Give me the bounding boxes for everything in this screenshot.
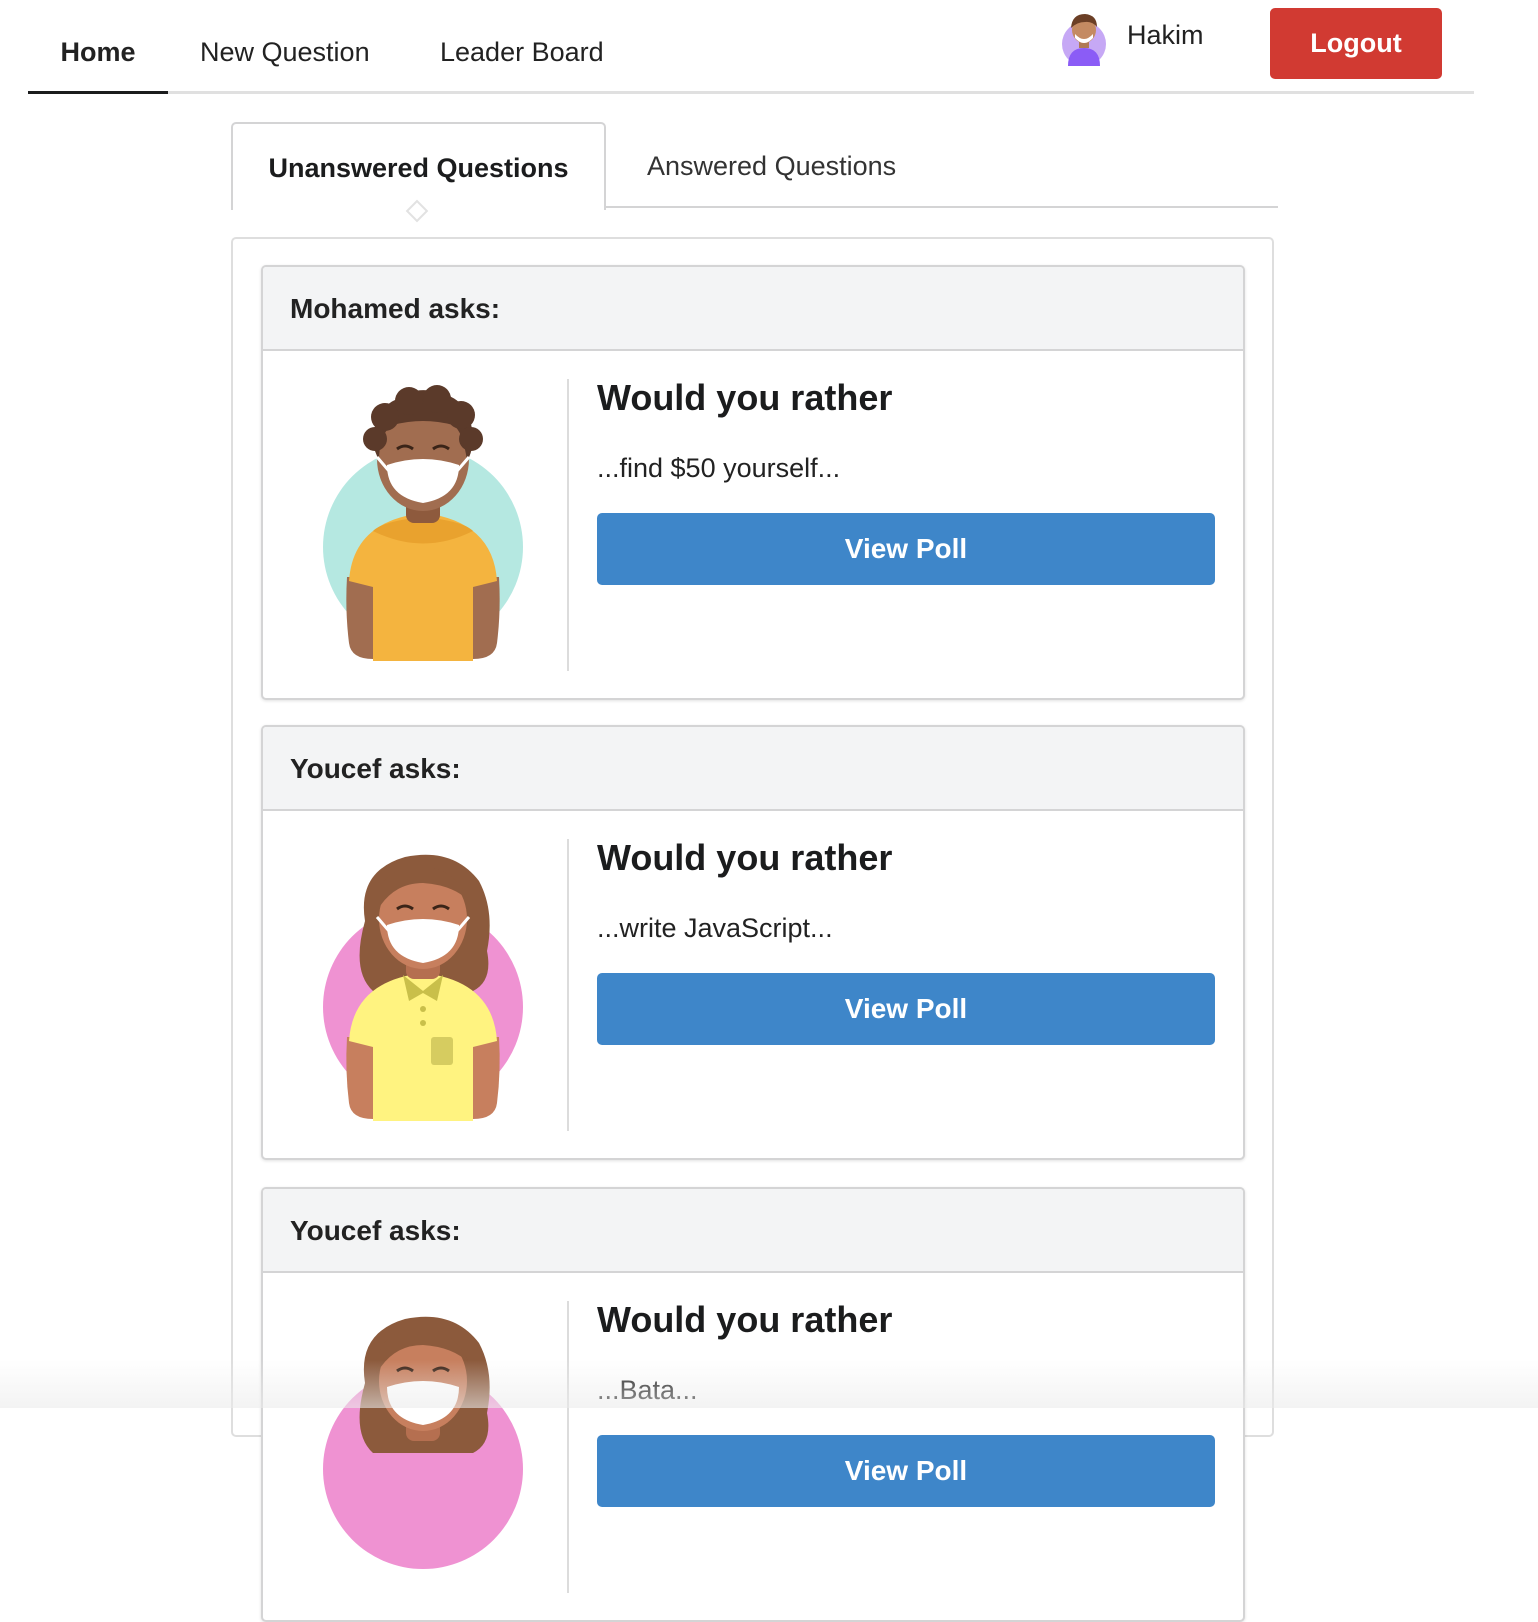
question-title: Would you rather (597, 837, 893, 878)
question-author: Mohamed asks: (263, 267, 1243, 351)
question-snippet: ...Bata... (597, 1375, 698, 1405)
view-poll-button[interactable]: View Poll (597, 513, 1215, 585)
question-card: Youcef asks: Would you rather ...Bata...… (261, 1187, 1245, 1622)
user-avatar-icon (1058, 8, 1110, 66)
question-card-body: Would you rather ...find $50 yourself...… (263, 351, 1243, 698)
view-poll-button[interactable]: View Poll (597, 973, 1215, 1045)
tab-answered-questions[interactable]: Answered Questions (647, 122, 896, 208)
view-poll-button[interactable]: View Poll (597, 1435, 1215, 1507)
woman-mask-avatar-icon (313, 1303, 533, 1588)
nav-home[interactable]: Home (28, 0, 168, 94)
question-author: Youcef asks: (263, 727, 1243, 811)
card-divider (567, 839, 569, 1131)
question-snippet: ...write JavaScript... (597, 913, 833, 943)
questions-panel: Mohamed asks: Would you rather ...find $… (231, 237, 1274, 1622)
tab-unanswered-questions[interactable]: Unanswered Questions (231, 122, 606, 210)
man-mask-avatar-icon (313, 381, 533, 666)
card-divider (567, 379, 569, 671)
question-tabs: Unanswered Questions Answered Questions (231, 122, 1278, 210)
nav-leader-board[interactable]: Leader Board (440, 0, 604, 94)
question-title: Would you rather (597, 1299, 893, 1340)
question-snippet: ...find $50 yourself... (597, 453, 841, 483)
top-navigation: Home New Question Leader Board Hakim Log… (28, 0, 1474, 94)
card-divider (567, 1301, 569, 1593)
woman-mask-avatar-icon (313, 841, 533, 1126)
question-card: Youcef asks: Would you rather ...write J… (261, 725, 1245, 1160)
question-card: Mohamed asks: Would you rather ...find $… (261, 265, 1245, 700)
nav-new-question[interactable]: New Question (200, 0, 370, 94)
logout-button[interactable]: Logout (1270, 8, 1442, 79)
user-name: Hakim (1127, 20, 1204, 50)
question-author: Youcef asks: (263, 1189, 1243, 1273)
question-card-body: Would you rather ...write JavaScript... … (263, 811, 1243, 1158)
question-title: Would you rather (597, 377, 893, 418)
question-card-body: Would you rather ...Bata... View Poll (263, 1273, 1243, 1620)
